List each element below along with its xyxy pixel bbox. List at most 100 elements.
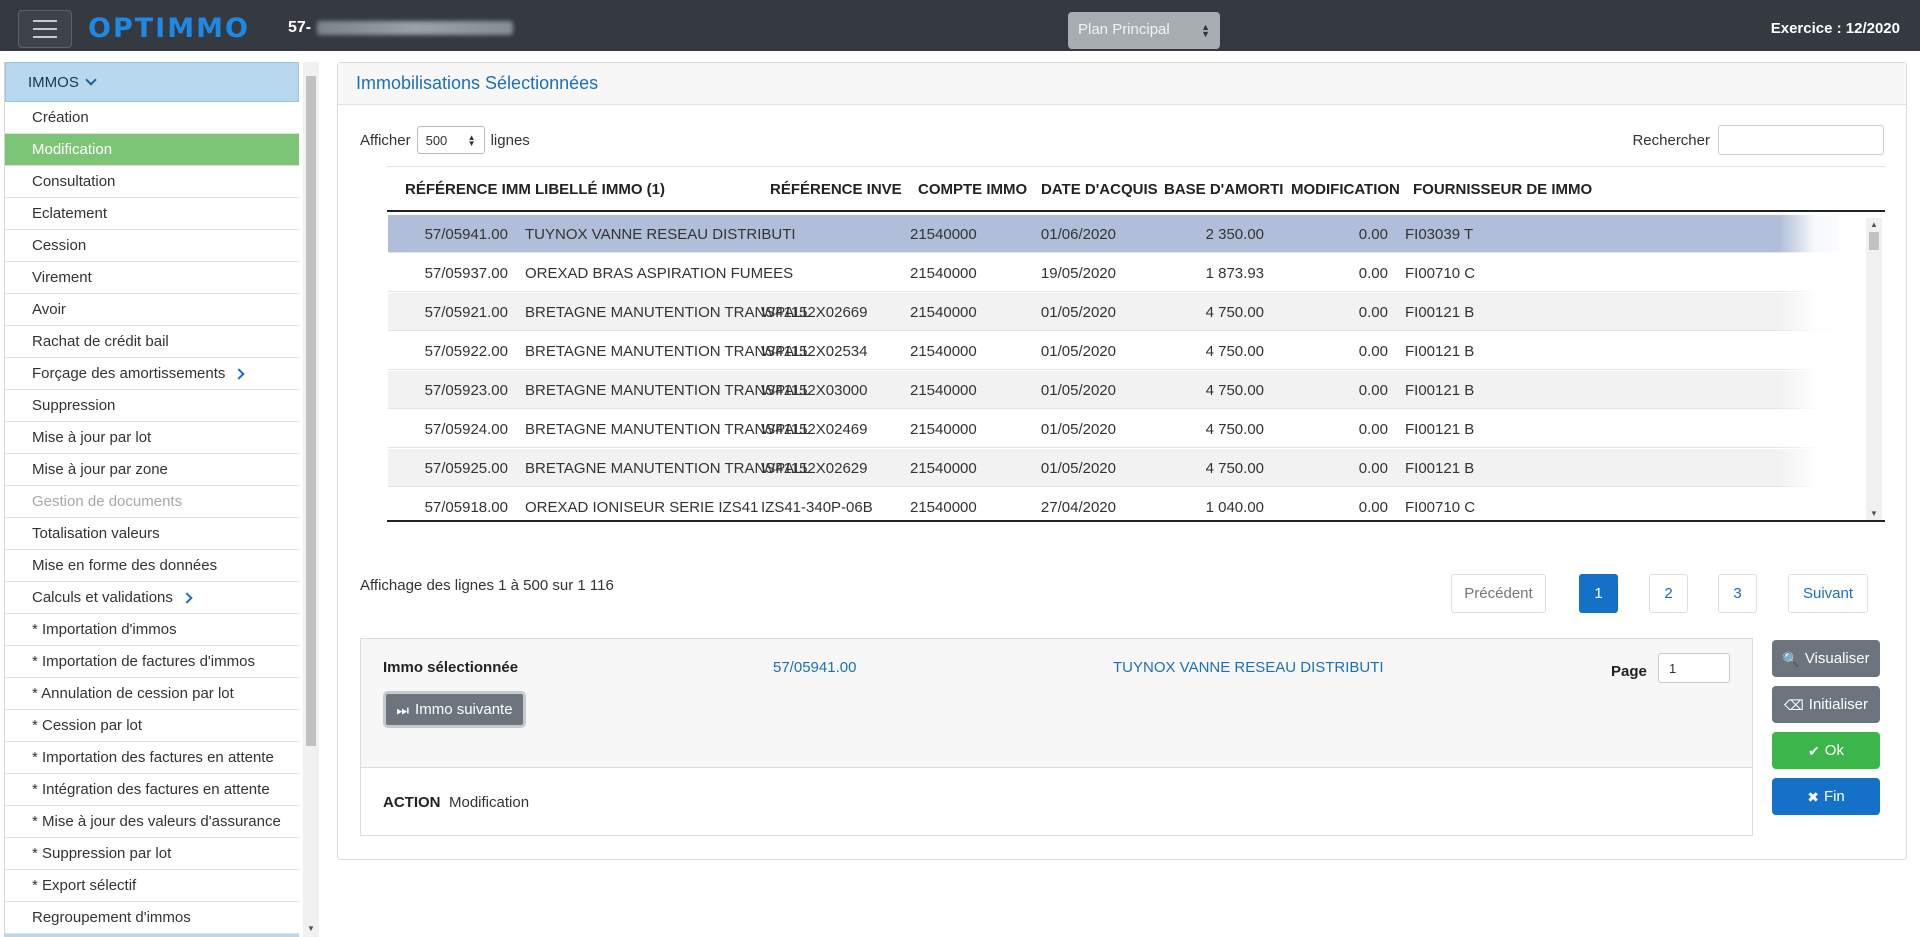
sidebar-item[interactable]: * Export sélectif <box>5 870 299 902</box>
sidebar-scrollbar[interactable]: ▼ <box>303 62 319 937</box>
sidebar-item[interactable]: Eclatement <box>5 198 299 230</box>
table-search: Rechercher <box>1632 125 1884 155</box>
sidebar-item[interactable]: * Importation des factures en attente <box>5 742 299 774</box>
col-header-fournisseur[interactable]: FOURNISSEUR DE IMMO <box>1413 181 1592 198</box>
initialiser-label: Initialiser <box>1808 696 1868 713</box>
page-input[interactable]: 1 <box>1658 653 1730 683</box>
cell-compte: 21540000 <box>910 265 977 282</box>
select-arrows-icon: ▲ ▼ <box>1201 22 1210 39</box>
scroll-down-icon[interactable]: ▼ <box>1870 509 1878 518</box>
cell-date: 27/04/2020 <box>1040 499 1116 516</box>
sidebar-item[interactable]: Création <box>5 102 299 134</box>
sidebar-item[interactable]: * Importation de factures d'immos <box>5 646 299 678</box>
page-2-button[interactable]: 2 <box>1649 574 1688 613</box>
sidebar-item[interactable]: Forçage des amortissements <box>5 358 299 390</box>
top-navbar: OPTIMMO 57- Plan Principal ▲ ▼ Exercice :… <box>0 0 1920 51</box>
sidebar-item-label: Avoir <box>32 301 66 318</box>
page-3-button[interactable]: 3 <box>1718 574 1757 613</box>
scrollbar-thumb[interactable] <box>306 76 316 746</box>
table-row[interactable]: 57/05918.00 OREXAD IONISEUR SERIE IZS41 IZ… <box>388 488 1839 519</box>
ok-button[interactable]: ✔ Ok <box>1772 732 1880 769</box>
cell-ref: 57/05924.00 <box>424 421 508 438</box>
sidebar-item[interactable]: * Suppression par lot <box>5 838 299 870</box>
sidebar-item-label: Consultation <box>32 173 116 190</box>
sidebar-item[interactable]: Mise en forme des données <box>5 550 299 582</box>
scroll-down-icon[interactable]: ▼ <box>307 924 315 933</box>
table-row[interactable]: 57/05941.00 TUYNOX VANNE RESEAU DISTRIBUT… <box>388 215 1839 253</box>
sidebar-item[interactable]: * Intégration des factures en attente <box>5 774 299 806</box>
sidebar-item-label: * Cession par lot <box>32 717 143 734</box>
cell-base: 4 750.00 <box>1205 304 1264 321</box>
sidebar-item-label: Gestion de documents <box>32 493 183 510</box>
sidebar-section-immos[interactable]: IMMOS <box>5 62 299 102</box>
cell-base: 4 750.00 <box>1205 421 1264 438</box>
sidebar-item[interactable]: Consultation <box>5 166 299 198</box>
sidebar-item[interactable]: Virement <box>5 262 299 294</box>
ok-label: Ok <box>1824 742 1844 759</box>
sidebar-item[interactable]: Cession <box>5 230 299 262</box>
redaction-overlay <box>1779 215 1869 519</box>
sidebar-item[interactable]: Avoir <box>5 294 299 326</box>
col-header-base-amortissement[interactable]: BASE D'AMORTI <box>1164 181 1283 198</box>
table-header: RÉFÉRENCE IMM LIBELLÉ IMMO (1) RÉFÉRENCE… <box>387 166 1885 212</box>
sidebar-item[interactable]: * Cession par lot <box>5 710 299 742</box>
sidebar-item-label: Rachat de crédit bail <box>32 333 169 350</box>
initialiser-button[interactable]: ⌫ Initialiser <box>1772 686 1880 723</box>
scroll-up-icon[interactable]: ▲ <box>1870 220 1878 229</box>
cell-fournisseur: FI00121 B <box>1405 343 1475 360</box>
cell-ref_inv: W41152X02669 <box>761 304 868 321</box>
next-page-button[interactable]: Suivant <box>1788 574 1868 613</box>
page-length-select[interactable]: 500 ▲ ▼ <box>416 126 485 154</box>
table-row[interactable]: 57/05923.00 BRETAGNE MANUTENTION TRANSPAL… <box>388 371 1839 409</box>
col-header-reference[interactable]: RÉFÉRENCE IMM <box>405 181 531 198</box>
sidebar-item[interactable]: Suppression <box>5 390 299 422</box>
sidebar-item-label: Mise en forme des données <box>32 557 218 574</box>
sidebar-item[interactable]: Mise à jour par zone <box>5 454 299 486</box>
selected-immo-label: Immo sélectionnée <box>383 659 519 676</box>
col-header-ref-inventaire[interactable]: RÉFÉRENCE INVE <box>770 181 902 198</box>
table-row[interactable]: 57/05925.00 BRETAGNE MANUTENTION TRANSPAL… <box>388 449 1839 487</box>
visualiser-button[interactable]: 🔍 Visualiser <box>1772 640 1880 677</box>
sidebar-item[interactable]: Totalisation valeurs <box>5 518 299 550</box>
cell-ref: 57/05921.00 <box>424 304 508 321</box>
table-row[interactable]: 57/05922.00 BRETAGNE MANUTENTION TRANSPAL… <box>388 332 1839 370</box>
sidebar-item-label: * Intégration des factures en attente <box>32 781 270 798</box>
sidebar-item-label: Calculs et validations <box>32 589 173 606</box>
menu-toggle-button[interactable] <box>18 10 72 48</box>
sidebar-item[interactable]: Modification <box>5 134 299 166</box>
table-row[interactable]: 57/05937.00 OREXAD BRAS ASPIRATION FUMEES… <box>388 254 1839 292</box>
close-icon: ✖ <box>1807 788 1819 805</box>
cell-compte: 21540000 <box>910 421 977 438</box>
sidebar-item-label: Cession <box>32 237 87 254</box>
sidebar-item[interactable]: Mise à jour par lot <box>5 422 299 454</box>
table-row[interactable]: 57/05921.00 BRETAGNE MANUTENTION TRANSPAL… <box>388 293 1839 331</box>
col-header-date-acquisition[interactable]: DATE D'ACQUIS <box>1041 181 1158 198</box>
table-row[interactable]: 57/05924.00 BRETAGNE MANUTENTION TRANSPAL… <box>388 410 1839 448</box>
scrollbar-thumb[interactable] <box>1869 232 1879 250</box>
search-input[interactable] <box>1718 125 1884 155</box>
sidebar-item[interactable]: Calculs et validations <box>5 582 299 614</box>
sidebar-item[interactable]: Regroupement d'immos <box>5 902 299 934</box>
sidebar-item-label: Totalisation valeurs <box>32 525 160 542</box>
sidebar-item-label: * Importation des factures en attente <box>32 749 274 766</box>
sidebar-item[interactable]: * Importation d'immos <box>5 614 299 646</box>
page-1-button[interactable]: 1 <box>1579 574 1618 613</box>
col-header-libelle[interactable]: LIBELLÉ IMMO (1) <box>535 181 665 198</box>
fin-button[interactable]: ✖ Fin <box>1772 778 1880 815</box>
col-header-compte[interactable]: COMPTE IMMO <box>918 181 1027 198</box>
sidebar-item[interactable]: Rachat de crédit bail <box>5 326 299 358</box>
plan-select[interactable]: Plan Principal ▲ ▼ <box>1068 12 1220 49</box>
sidebar-item[interactable]: * Mise à jour des valeurs d'assurance <box>5 806 299 838</box>
app-logo[interactable]: OPTIMMO <box>88 15 250 42</box>
cell-fournisseur: FI00121 B <box>1405 421 1475 438</box>
cell-fournisseur: FI00710 C <box>1405 499 1476 516</box>
col-header-modification[interactable]: MODIFICATION <box>1291 181 1400 198</box>
panel-title: Immobilisations Sélectionnées <box>338 63 1906 105</box>
sidebar-item[interactable]: * Annulation de cession par lot <box>5 678 299 710</box>
table-scrollbar[interactable]: ▲ ▼ <box>1866 218 1882 520</box>
next-immo-button[interactable]: ⏭ Immo suivante <box>383 691 526 728</box>
cell-date: 01/05/2020 <box>1040 304 1116 321</box>
cell-libelle: OREXAD BRAS ASPIRATION FUMEES <box>525 265 794 282</box>
previous-page-button[interactable]: Précédent <box>1451 574 1546 613</box>
cell-base: 1 873.93 <box>1205 265 1264 282</box>
